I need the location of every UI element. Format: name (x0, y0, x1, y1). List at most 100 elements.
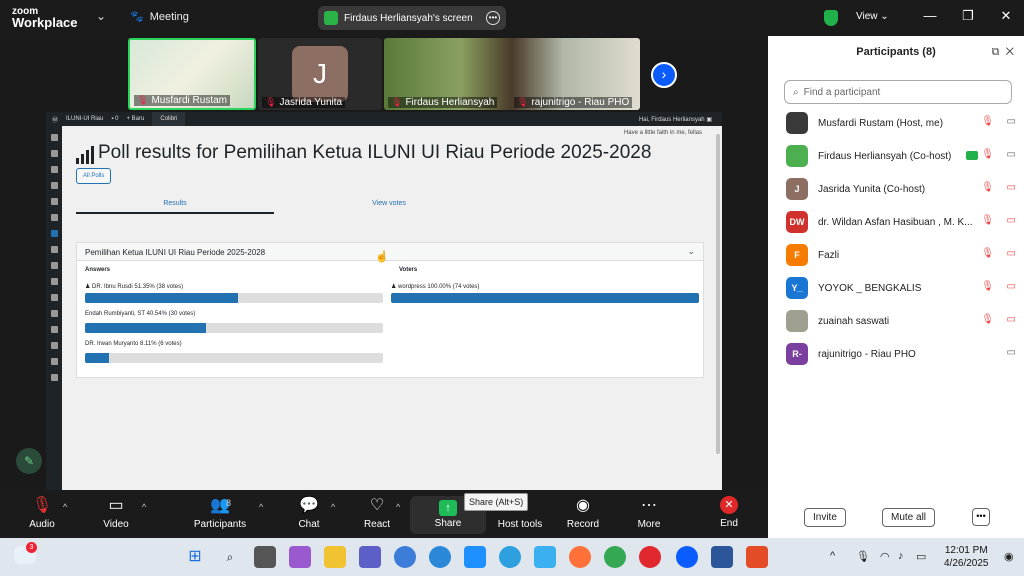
video-button[interactable]: ▭ Video (86, 496, 146, 530)
video-off-icon[interactable]: ▭ (1007, 281, 1016, 292)
menu-icon[interactable] (50, 358, 58, 365)
wp-plugin-link[interactable]: Colibri (152, 112, 186, 126)
wp-new-link[interactable]: + Baru (127, 116, 145, 122)
video-caret-icon[interactable]: ^ (142, 502, 146, 512)
tray-chevron-icon[interactable]: ^ (830, 550, 835, 562)
end-button[interactable]: ✕ End (699, 496, 759, 529)
video-off-icon[interactable]: ▭ (1007, 314, 1016, 325)
tab-view-votes[interactable]: View votes (290, 200, 488, 207)
menu-icon[interactable] (50, 214, 58, 221)
mic-muted-icon[interactable]: 🎙 (981, 215, 994, 226)
participants-button[interactable]: 👥 8 Participants (190, 496, 250, 530)
menu-icon[interactable] (50, 278, 58, 285)
participant-row[interactable]: Y_ YOYOK _ BENGKALIS 🎙 ▭ (786, 277, 1016, 299)
scrollbar[interactable] (714, 126, 722, 490)
participant-row[interactable]: F Fazli 🎙 ▭ (786, 244, 1016, 266)
video-thumbnail[interactable]: J 🎙 Jasrida Yunita (258, 38, 382, 110)
tab-results[interactable]: Results (76, 200, 274, 214)
screen-share-pill[interactable]: Firdaus Herliansyah's screen ••• (318, 6, 506, 30)
participant-row[interactable]: R-rajunitrigo - Riau PHO ▭ (786, 343, 1016, 365)
panel-header[interactable]: Pemilihan Ketua ILUNI UI Riau Periode 20… (77, 243, 703, 261)
scrollbar-thumb[interactable] (716, 134, 720, 454)
mic-muted-icon[interactable]: 🎙 (981, 149, 994, 160)
security-shield-icon[interactable] (824, 10, 838, 26)
mic-muted-icon[interactable]: 🎙 (981, 314, 994, 325)
edge-icon[interactable] (429, 546, 451, 568)
video-camera-icon[interactable]: ▭ (1007, 149, 1016, 160)
next-page-button[interactable]: › (651, 62, 677, 88)
menu-icon[interactable] (50, 150, 58, 157)
menu-icon[interactable] (50, 262, 58, 269)
app-icon[interactable] (534, 546, 556, 568)
popout-icon[interactable]: ⧉ (992, 46, 1000, 58)
microphone-icon[interactable]: 🎙 (856, 550, 870, 563)
video-thumbnail-pair[interactable]: 🎙 Firdaus Herliansyah 🎙 rajunitrigo - Riau… (384, 38, 640, 110)
polls-menu-icon[interactable] (50, 230, 58, 237)
file-explorer-icon[interactable] (324, 546, 346, 568)
mic-muted-icon[interactable]: 🎙 (981, 281, 994, 292)
participant-row[interactable]: DW dr. Wildan Asfan Hasibuan , M. K... 🎙 ▭ (786, 211, 1016, 233)
wordpress-icon[interactable]: Ⓦ (52, 115, 58, 124)
wp-comments[interactable]: ▪ 0 (111, 116, 118, 122)
menu-icon[interactable] (50, 246, 58, 253)
app-icon[interactable] (464, 546, 486, 568)
chevron-down-icon[interactable]: ⌄ (96, 9, 106, 23)
windows-start-icon[interactable]: ⊞ (184, 546, 206, 568)
wp-site-link[interactable]: ILUNI-UI Riau (66, 116, 103, 122)
menu-icon[interactable] (50, 182, 58, 189)
participant-row[interactable]: J Jasrida Yunita (Co-host) 🎙 ▭ (786, 178, 1016, 200)
menu-icon[interactable] (50, 134, 58, 141)
menu-icon[interactable] (50, 294, 58, 301)
participant-row[interactable]: zuainah saswati 🎙 ▭ (786, 310, 1016, 332)
word-icon[interactable] (711, 546, 733, 568)
participant-row[interactable]: Firdaus Herliansyah (Co-host) 🎙 ▭ (786, 145, 1016, 167)
zoom-icon[interactable] (676, 546, 698, 568)
video-camera-icon[interactable]: ▭ (1007, 116, 1016, 127)
video-off-icon[interactable]: ▭ (1007, 182, 1016, 193)
speaker-icon[interactable]: ♪ (898, 550, 904, 562)
chat-button[interactable]: 💬 Chat (279, 496, 339, 530)
task-view-icon[interactable] (254, 546, 276, 568)
participants-caret-icon[interactable]: ^ (259, 502, 263, 512)
browser-icon[interactable] (394, 546, 416, 568)
record-button[interactable]: ◉ Record (553, 496, 613, 530)
menu-icon[interactable] (50, 342, 58, 349)
video-thumbnail[interactable]: 🎙 Musfardi Rustam (128, 38, 256, 110)
wifi-icon[interactable]: ◠ (880, 550, 890, 563)
mic-muted-icon[interactable]: 🎙 (981, 182, 994, 193)
menu-icon[interactable] (50, 326, 58, 333)
chevron-down-icon[interactable]: ⌄ (687, 246, 695, 257)
restore-icon[interactable]: ❐ (958, 8, 978, 24)
participant-row[interactable]: Musfardi Rustam (Host, me) 🎙 ▭ (786, 112, 1016, 134)
audio-caret-icon[interactable]: ^ (63, 502, 67, 512)
video-camera-icon[interactable]: ▭ (1007, 347, 1016, 358)
react-caret-icon[interactable]: ^ (396, 502, 400, 512)
participant-search-input[interactable]: ⌕ Find a participant (784, 80, 1012, 104)
search-icon[interactable]: ⌕ (219, 546, 241, 568)
firefox-icon[interactable] (569, 546, 591, 568)
wp-howdy[interactable]: Hai, Firdaus Herliansyah ▣ (639, 116, 712, 123)
mic-muted-icon[interactable]: 🎙 (981, 116, 994, 127)
menu-icon[interactable] (50, 310, 58, 317)
annotate-pencil-icon[interactable]: ✎ (16, 448, 42, 474)
app-icon[interactable] (746, 546, 768, 568)
teams-icon[interactable] (359, 546, 381, 568)
clock[interactable]: 12:01 PM 4/26/2025 (944, 544, 989, 570)
menu-icon[interactable] (50, 374, 58, 381)
all-polls-button[interactable]: All Polls (76, 168, 112, 184)
more-options-button[interactable]: ••• (972, 508, 990, 526)
video-off-icon[interactable]: ▭ (1007, 248, 1016, 259)
video-off-icon[interactable]: ▭ (1007, 215, 1016, 226)
battery-icon[interactable]: ▭ (916, 550, 926, 563)
chrome-icon[interactable] (604, 546, 626, 568)
menu-icon[interactable] (50, 166, 58, 173)
close-icon[interactable]: ✕ (996, 8, 1016, 24)
mute-all-button[interactable]: Mute all (882, 508, 936, 527)
menu-icon[interactable] (50, 198, 58, 205)
meeting-menu[interactable]: 🐾 Meeting (130, 10, 189, 24)
opera-icon[interactable] (639, 546, 661, 568)
view-button[interactable]: View ⌄ (856, 11, 889, 22)
minimize-icon[interactable]: — (920, 8, 940, 23)
more-icon[interactable]: ••• (486, 11, 500, 25)
app-icon[interactable] (499, 546, 521, 568)
